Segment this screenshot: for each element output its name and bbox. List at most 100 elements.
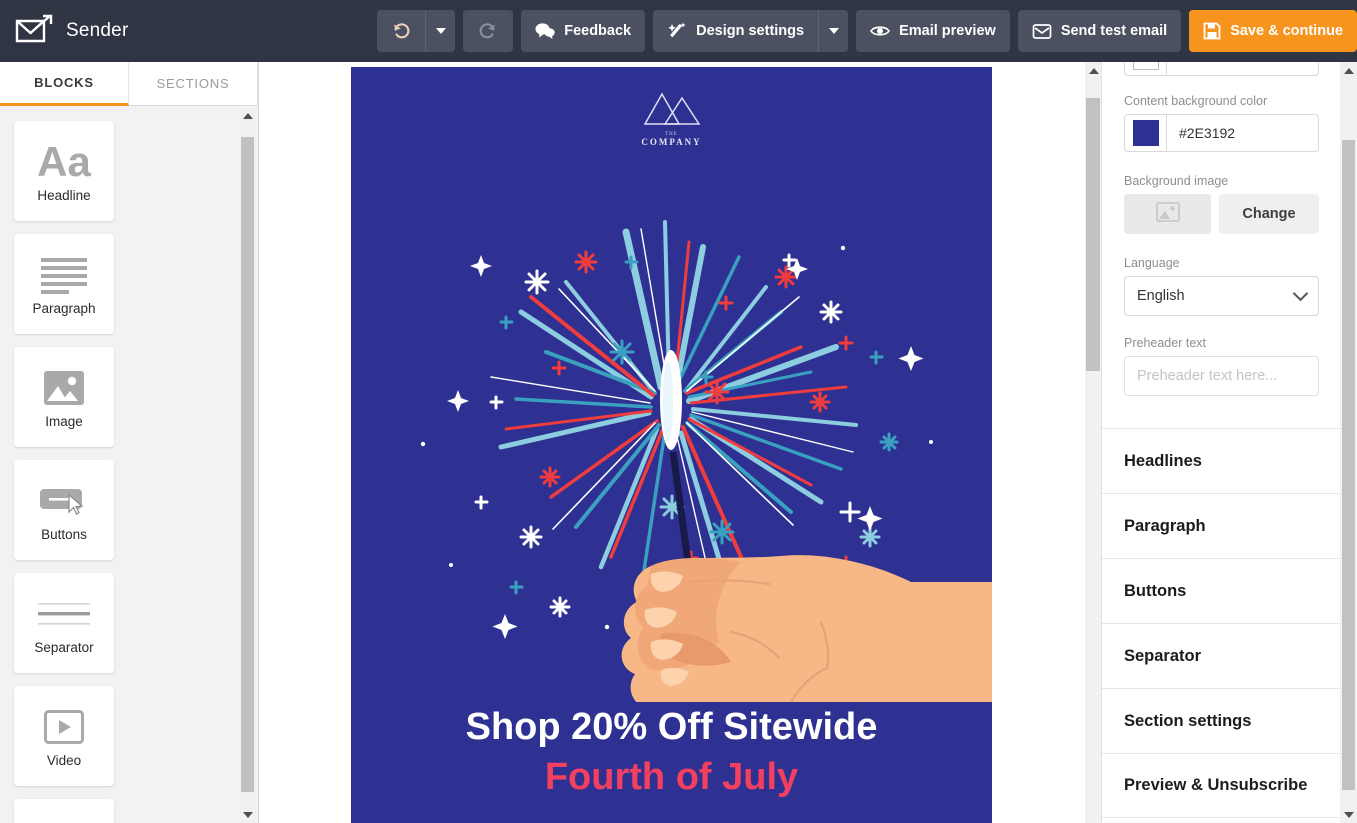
block-separator[interactable]: Separator xyxy=(14,573,114,673)
brand: Sender xyxy=(0,14,377,48)
accordion-paragraph[interactable]: Paragraph xyxy=(1102,493,1341,558)
color-value[interactable] xyxy=(1167,62,1318,75)
accordion-headlines[interactable]: Headlines xyxy=(1102,428,1341,493)
block-label: Separator xyxy=(34,640,94,655)
block-headline[interactable]: Aa Headline xyxy=(14,121,114,221)
feedback-label: Feedback xyxy=(564,23,632,39)
preheader-text-input[interactable]: Preheader text here... xyxy=(1124,356,1319,396)
headline-line-2: Fourth of July xyxy=(544,756,799,798)
partial-color-input[interactable] xyxy=(1124,62,1319,76)
scrollbar-thumb[interactable] xyxy=(1342,140,1355,790)
language-value: English xyxy=(1137,288,1185,304)
email-canvas-area: THE COMPANY Shop 20% Off Sitewide Fourth… xyxy=(259,62,1101,823)
design-settings-split-button[interactable]: Design settings xyxy=(653,10,849,52)
left-panel-scrollbar[interactable] xyxy=(239,107,256,823)
tab-blocks[interactable]: BLOCKS xyxy=(0,62,129,106)
block-label: Buttons xyxy=(41,527,87,542)
block-buttons[interactable]: Buttons xyxy=(14,460,114,560)
image-icon xyxy=(43,364,85,412)
magic-wand-icon xyxy=(667,21,687,41)
hero-illustration[interactable] xyxy=(351,142,992,702)
block-image[interactable]: Image xyxy=(14,347,114,447)
color-swatch-cell[interactable] xyxy=(1125,115,1167,151)
undo-dropdown-caret[interactable] xyxy=(425,10,455,52)
video-play-icon xyxy=(44,703,84,751)
redo-button[interactable] xyxy=(463,10,514,52)
mountain-triangles-icon xyxy=(641,90,703,131)
button-cursor-icon xyxy=(39,477,89,525)
block-social[interactable]: f in Social xyxy=(14,799,114,823)
content-background-color-value[interactable]: #2E3192 xyxy=(1167,115,1318,151)
redo-icon xyxy=(478,21,498,41)
accordion-separator[interactable]: Separator xyxy=(1102,623,1341,688)
background-image-field: Background image Change xyxy=(1102,174,1341,234)
block-paragraph[interactable]: Paragraph xyxy=(14,234,114,334)
save-continue-button[interactable]: Save & continue xyxy=(1189,10,1357,52)
save-continue-label: Save & continue xyxy=(1230,23,1343,39)
block-video[interactable]: Video xyxy=(14,686,114,786)
email-body: THE COMPANY Shop 20% Off Sitewide Fourth… xyxy=(351,67,992,823)
block-label: Image xyxy=(45,414,83,429)
scroll-down-arrow[interactable] xyxy=(1340,806,1357,823)
chevron-down-icon xyxy=(1292,285,1309,302)
tab-sections[interactable]: SECTIONS xyxy=(129,62,258,106)
social-networks-icon: f in xyxy=(28,816,100,823)
chevron-down-icon xyxy=(828,28,839,34)
content-background-color-label: Content background color xyxy=(1124,94,1268,108)
toolbar-actions: Feedback Design settings Email preview S… xyxy=(377,10,1357,52)
envelope-icon xyxy=(1032,23,1052,40)
content-background-color-field: Content background color #2E3192 xyxy=(1102,94,1341,152)
envelope-arrow-icon xyxy=(14,14,54,48)
settings-accordion: Headlines Paragraph Buttons Separator Se… xyxy=(1102,428,1341,818)
change-background-image-button[interactable]: Change xyxy=(1219,194,1319,234)
block-label: Paragraph xyxy=(32,301,96,316)
language-label: Language xyxy=(1124,256,1180,270)
scroll-up-arrow[interactable] xyxy=(1085,62,1101,79)
canvas-scrollbar[interactable] xyxy=(1085,62,1101,823)
scroll-up-arrow[interactable] xyxy=(1340,62,1357,79)
content-background-color-input[interactable]: #2E3192 xyxy=(1124,114,1319,152)
language-field: Language English xyxy=(1102,256,1341,316)
language-select[interactable]: English xyxy=(1124,276,1319,316)
scrollbar-thumb[interactable] xyxy=(241,137,254,792)
undo-button[interactable] xyxy=(377,10,425,52)
image-placeholder-icon xyxy=(1155,201,1180,227)
color-swatch-cell[interactable] xyxy=(1125,62,1167,75)
eye-icon xyxy=(870,24,891,38)
undo-split-button[interactable] xyxy=(377,10,456,52)
send-test-email-button[interactable]: Send test email xyxy=(1017,10,1182,52)
right-panel-scrollbar[interactable] xyxy=(1340,62,1357,823)
email-preview[interactable]: THE COMPANY Shop 20% Off Sitewide Fourth… xyxy=(351,67,992,823)
scroll-down-arrow[interactable] xyxy=(239,806,256,823)
feedback-button[interactable]: Feedback xyxy=(521,10,646,52)
accordion-preview-unsubscribe[interactable]: Preview & Unsubscribe xyxy=(1102,753,1341,818)
paragraph-lines-icon xyxy=(39,251,89,299)
panel-tabs: BLOCKS SECTIONS xyxy=(0,62,258,106)
email-headline-block[interactable]: Shop 20% Off Sitewide Fourth of July xyxy=(351,702,992,802)
left-panel: BLOCKS SECTIONS Aa Headline Paragraph Im… xyxy=(0,62,259,823)
design-settings-button[interactable]: Design settings xyxy=(653,10,818,52)
undo-icon xyxy=(391,21,411,41)
preheader-text-label: Preheader text xyxy=(1124,336,1206,350)
chevron-down-icon xyxy=(435,28,446,34)
scroll-up-arrow[interactable] xyxy=(239,107,256,124)
separator-lines-icon xyxy=(36,590,92,638)
color-swatch xyxy=(1132,120,1159,146)
chat-bubbles-icon xyxy=(535,22,555,40)
background-image-label: Background image xyxy=(1124,174,1229,188)
accordion-section-settings[interactable]: Section settings xyxy=(1102,688,1341,753)
block-label: Video xyxy=(46,753,82,768)
blocks-list: Aa Headline Paragraph Image Buttons Sepa… xyxy=(0,107,238,823)
email-preview-button[interactable]: Email preview xyxy=(856,10,1010,52)
design-settings-dropdown-caret[interactable] xyxy=(818,10,848,52)
accordion-buttons[interactable]: Buttons xyxy=(1102,558,1341,623)
partial-field-above xyxy=(1102,62,1341,76)
floppy-disk-icon xyxy=(1203,22,1221,40)
email-logo-block[interactable]: THE COMPANY xyxy=(351,67,992,147)
background-image-preview[interactable] xyxy=(1124,194,1211,234)
scrollbar-thumb[interactable] xyxy=(1086,98,1100,371)
preheader-text-field: Preheader text Preheader text here... xyxy=(1102,336,1341,396)
block-label: Headline xyxy=(37,188,91,203)
design-settings-label: Design settings xyxy=(696,23,805,39)
send-test-email-label: Send test email xyxy=(1060,23,1168,39)
